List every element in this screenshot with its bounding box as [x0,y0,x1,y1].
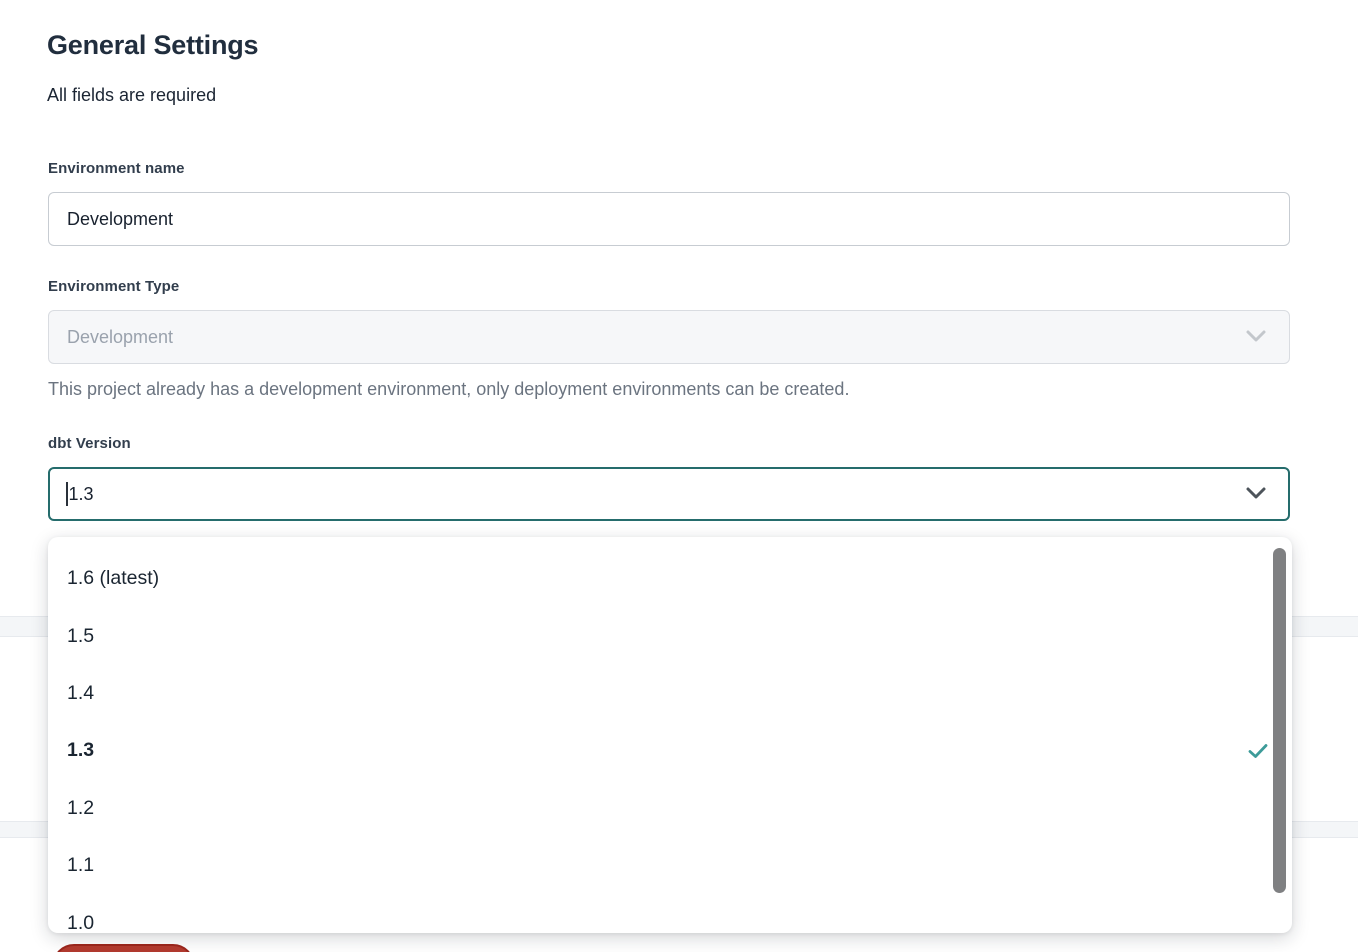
page-title: General Settings [47,30,258,61]
dbt-version-dropdown-list: 1.6 (latest) 1.5 1.4 1.3 1.2 1.1 1.0 [48,537,1292,933]
dropdown-option-label: 1.3 [67,739,94,762]
check-icon [1248,743,1268,759]
dropdown-scrollbar[interactable] [1273,548,1286,893]
dropdown-option-label: 1.2 [67,797,94,820]
dropdown-option-1.6[interactable]: 1.6 (latest) [48,550,1292,607]
environment-name-input[interactable] [48,192,1290,246]
page-subtitle: All fields are required [47,85,216,106]
dropdown-option-1.4[interactable]: 1.4 [48,665,1292,722]
dropdown-option-1.1[interactable]: 1.1 [48,837,1292,894]
dropdown-option-label: 1.4 [67,682,94,705]
dropdown-option-1.0[interactable]: 1.0 [48,894,1292,933]
danger-button[interactable] [52,944,195,952]
dropdown-option-label: 1.6 (latest) [67,567,159,590]
chevron-down-icon[interactable] [1245,484,1267,505]
environment-type-label: Environment Type [48,278,179,295]
environment-name-label: Environment name [48,160,185,177]
dropdown-option-1.2[interactable]: 1.2 [48,780,1292,837]
text-caret [66,482,68,506]
dropdown-option-label: 1.0 [67,912,94,933]
environment-type-value: Development [67,327,173,348]
dbt-version-label: dbt Version [48,435,131,452]
chevron-down-icon [1245,327,1267,348]
dbt-version-value: 1.3 [69,484,94,505]
dbt-version-combobox[interactable]: 1.3 [48,467,1290,521]
environment-type-select: Development [48,310,1290,364]
dropdown-option-1.3[interactable]: 1.3 [48,722,1292,779]
dropdown-option-1.5[interactable]: 1.5 [48,607,1292,664]
dropdown-option-label: 1.5 [67,625,94,648]
environment-type-helper-text: This project already has a development e… [48,379,849,400]
dropdown-option-label: 1.1 [67,854,94,877]
